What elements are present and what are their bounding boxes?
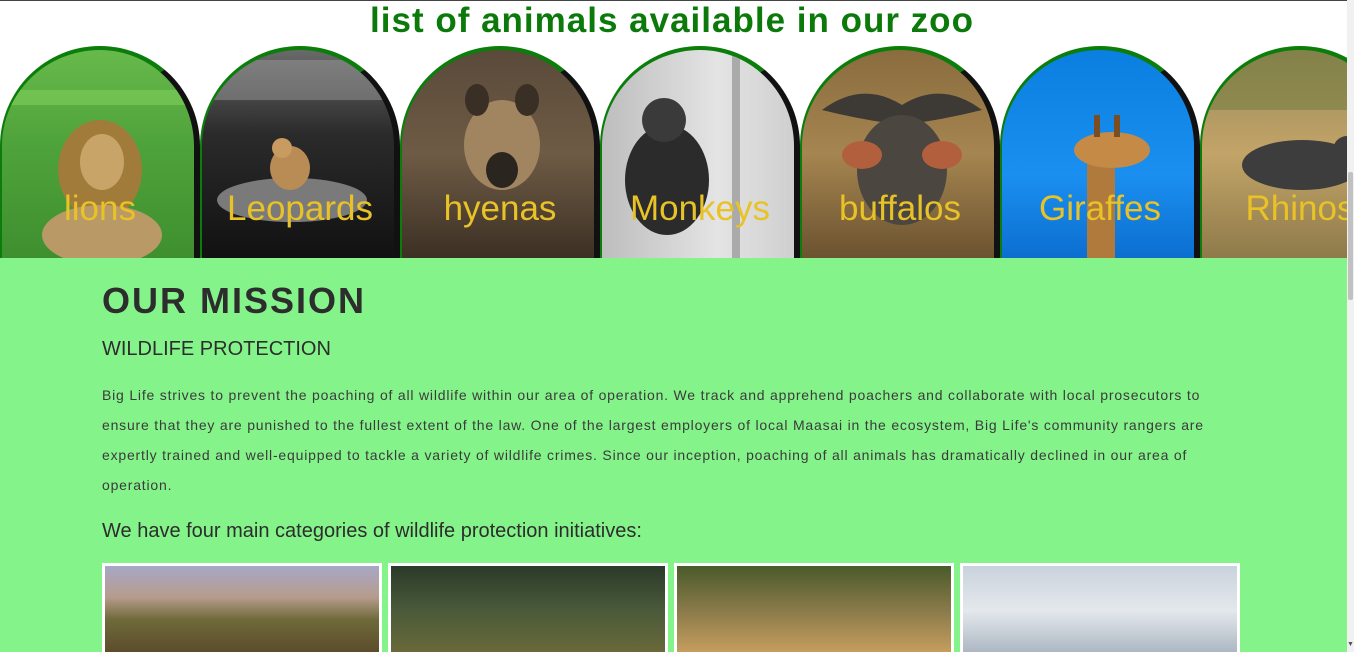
animal-card-rhinos[interactable]: Rhinos xyxy=(1200,46,1347,258)
animal-card-buffalos[interactable]: buffalos xyxy=(800,46,1000,258)
mission-heading: OUR MISSION xyxy=(102,280,367,321)
animal-label: buffalos xyxy=(839,189,961,228)
mission-section: OUR MISSION WILDLIFE PROTECTION Big Life… xyxy=(0,258,1347,652)
animal-label: Monkeys xyxy=(629,189,771,228)
animal-card-giraffes[interactable]: Giraffes xyxy=(1000,46,1200,258)
initiatives-gallery xyxy=(102,563,1242,652)
animal-label: Rhinos xyxy=(1245,189,1347,228)
page-title: list of animals available in our zoo xyxy=(370,1,974,40)
initiative-thumbnail[interactable] xyxy=(674,563,954,652)
animal-label: Leopards xyxy=(227,189,373,228)
animal-card-hyenas[interactable]: hyenas xyxy=(400,46,600,258)
scroll-down-arrow-icon[interactable]: ▼ xyxy=(1347,641,1354,648)
mission-body: Big Life strives to prevent the poaching… xyxy=(102,387,1204,493)
animal-label: Giraffes xyxy=(1039,189,1161,228)
animal-card-monkeys[interactable]: Monkeys xyxy=(600,46,800,258)
animal-carousel[interactable]: lions Leopards hyenas Monkeys buffalos G… xyxy=(0,46,1347,258)
initiative-thumbnail[interactable] xyxy=(960,563,1240,652)
animal-label: lions xyxy=(64,189,136,228)
categories-intro: We have four main categories of wildlife… xyxy=(102,520,642,542)
scrollbar-thumb[interactable] xyxy=(1348,172,1353,300)
initiative-thumbnail[interactable] xyxy=(102,563,382,652)
animal-label: hyenas xyxy=(443,189,557,228)
initiative-thumbnail[interactable] xyxy=(388,563,668,652)
animal-card-leopards[interactable]: Leopards xyxy=(200,46,400,258)
vertical-scrollbar[interactable]: ▼ xyxy=(1347,0,1354,652)
mission-subheading: WILDLIFE PROTECTION xyxy=(102,338,331,360)
animal-card-lions[interactable]: lions xyxy=(0,46,200,258)
